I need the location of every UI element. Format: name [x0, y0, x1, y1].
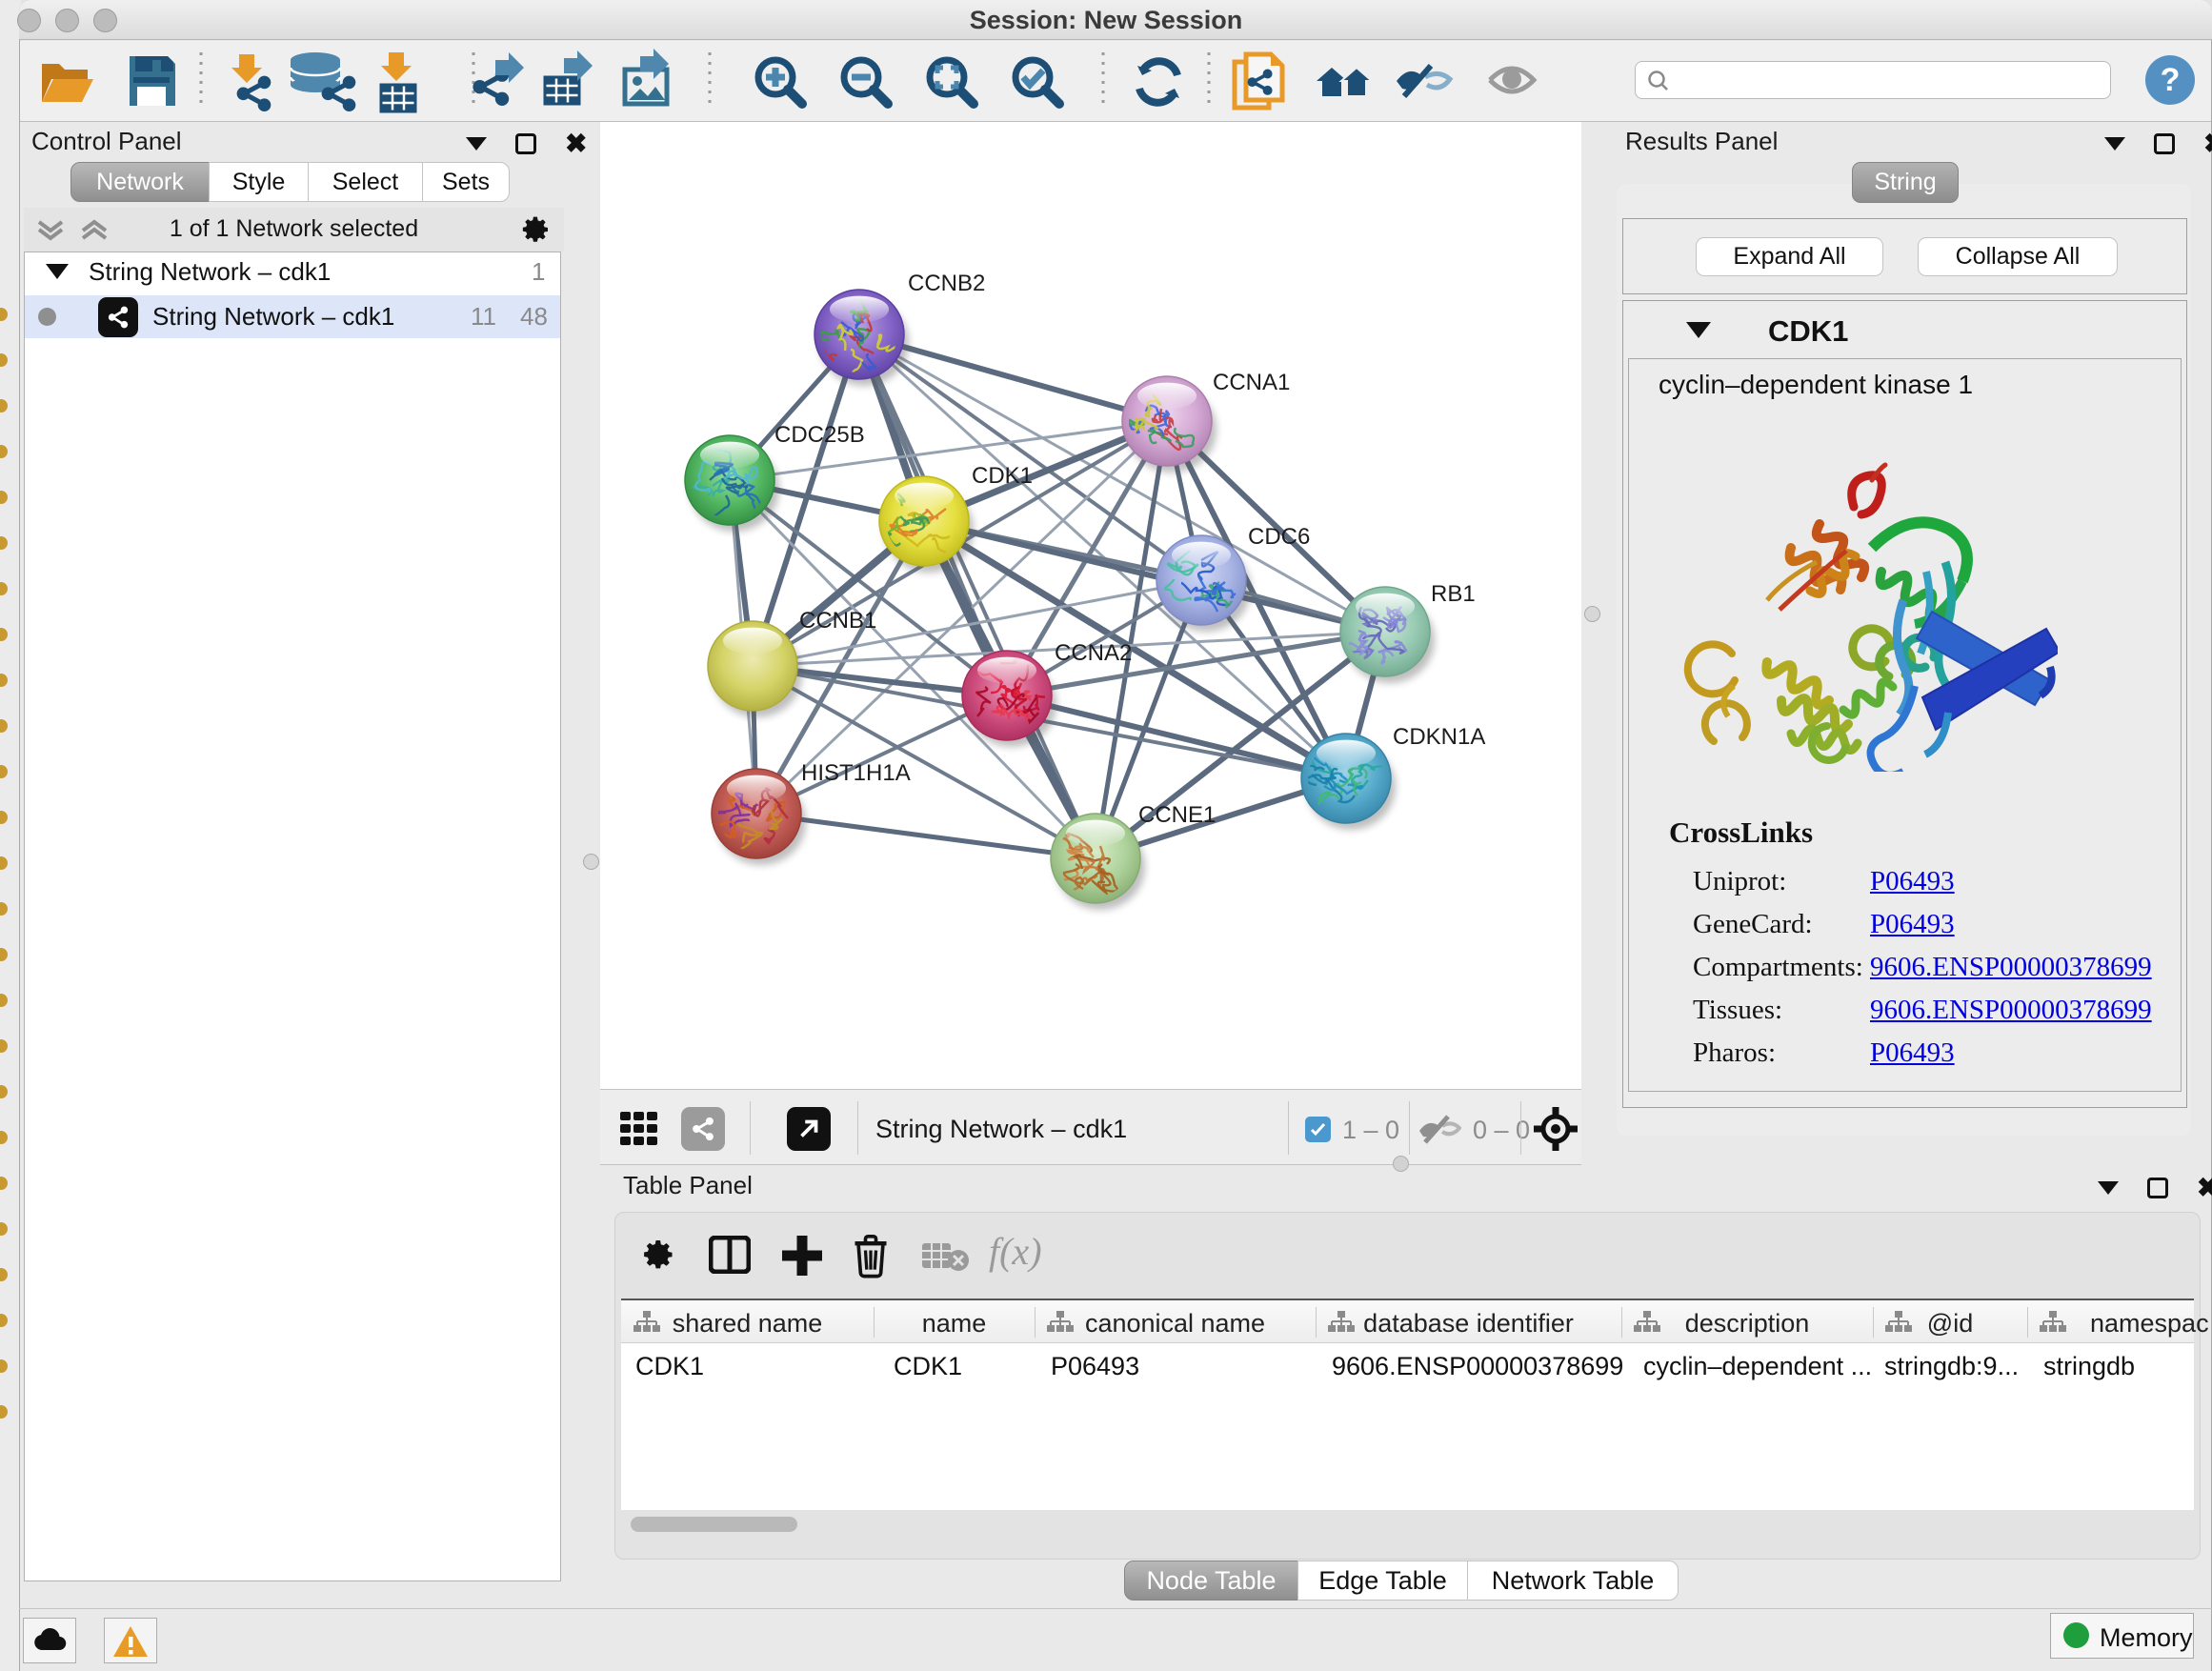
svg-text:CDC25B: CDC25B — [774, 422, 865, 448]
svg-text:HIST1H1A: HIST1H1A — [801, 760, 911, 786]
svg-text:CCNB2: CCNB2 — [908, 271, 985, 296]
svg-text:CDKN1A: CDKN1A — [1393, 724, 1485, 750]
svg-text:CDK1: CDK1 — [972, 463, 1033, 489]
svg-text:CCNE1: CCNE1 — [1138, 802, 1216, 828]
svg-text:CDC6: CDC6 — [1248, 524, 1310, 550]
svg-text:CCNB1: CCNB1 — [799, 608, 876, 634]
svg-text:CCNA1: CCNA1 — [1213, 370, 1290, 395]
svg-text:CCNA2: CCNA2 — [1055, 640, 1132, 666]
svg-text:RB1: RB1 — [1431, 581, 1476, 607]
